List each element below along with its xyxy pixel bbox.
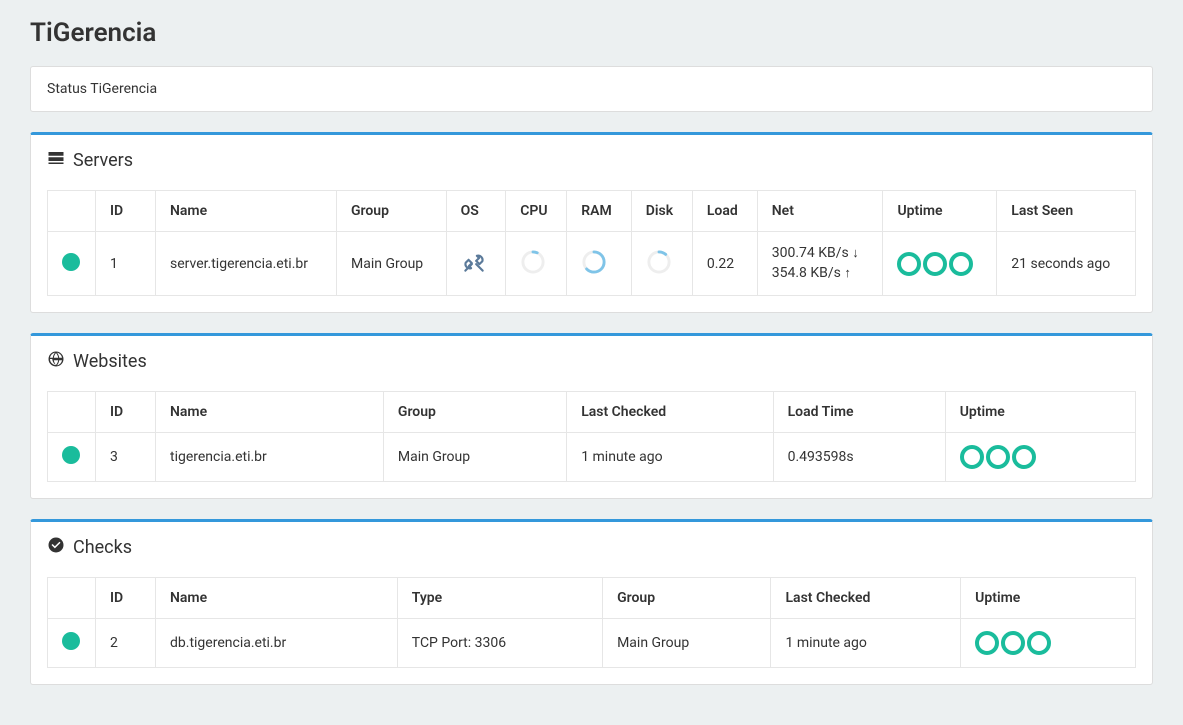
cell-id: 3 xyxy=(96,433,156,482)
col-last-checked: Last Checked xyxy=(567,392,773,433)
uptime-circle-icon xyxy=(960,445,984,469)
col-type: Type xyxy=(397,578,602,619)
cell-os xyxy=(446,232,506,296)
status-dot xyxy=(62,632,80,650)
checks-panel: Checks ID Name Type Group Last Checked U… xyxy=(30,519,1153,685)
cell-status xyxy=(48,619,96,668)
cell-net: 300.74 KB/s ↓ 354.8 KB/s ↑ xyxy=(757,232,883,296)
uptime-indicator xyxy=(897,252,982,276)
arrow-up-icon: ↑ xyxy=(844,266,851,281)
page-title: TiGerencia xyxy=(30,18,1153,48)
cell-status xyxy=(48,232,96,296)
cell-name[interactable]: db.tigerencia.eti.br xyxy=(156,619,398,668)
websites-heading-label: Websites xyxy=(73,351,147,372)
net-up: 354.8 KB/s xyxy=(772,265,841,281)
uptime-circle-icon xyxy=(923,252,947,276)
table-row[interactable]: 1 server.tigerencia.eti.br Main Group xyxy=(48,232,1136,296)
col-name: Name xyxy=(156,578,398,619)
col-load: Load xyxy=(692,191,757,232)
servers-icon xyxy=(47,149,65,172)
col-id: ID xyxy=(96,578,156,619)
cell-load: 0.22 xyxy=(692,232,757,296)
cell-cpu xyxy=(506,232,567,296)
cell-name[interactable]: server.tigerencia.eti.br xyxy=(156,232,337,296)
checks-heading-label: Checks xyxy=(73,537,132,558)
col-group: Group xyxy=(603,578,771,619)
col-disk: Disk xyxy=(631,191,692,232)
cell-last-checked: 1 minute ago xyxy=(771,619,961,668)
cell-group: Main Group xyxy=(603,619,771,668)
cell-id: 2 xyxy=(96,619,156,668)
col-last-checked: Last Checked xyxy=(771,578,961,619)
servers-table: ID Name Group OS CPU RAM Disk Load Net U… xyxy=(47,190,1136,296)
servers-heading-label: Servers xyxy=(73,150,133,171)
cell-last-seen: 21 seconds ago xyxy=(997,232,1136,296)
cell-name[interactable]: tigerencia.eti.br xyxy=(156,433,384,482)
col-id: ID xyxy=(96,392,156,433)
status-label: Status TiGerencia xyxy=(31,67,1152,111)
col-uptime: Uptime xyxy=(961,578,1136,619)
col-status xyxy=(48,191,96,232)
uptime-circle-icon xyxy=(949,252,973,276)
col-load-time: Load Time xyxy=(773,392,945,433)
tools-icon xyxy=(461,263,487,279)
cell-uptime xyxy=(945,433,1135,482)
uptime-indicator xyxy=(960,445,1121,469)
uptime-circle-icon xyxy=(1027,631,1051,655)
col-id: ID xyxy=(96,191,156,232)
uptime-circle-icon xyxy=(975,631,999,655)
cell-ram xyxy=(567,232,631,296)
servers-heading: Servers xyxy=(31,135,1152,180)
cell-uptime xyxy=(961,619,1136,668)
table-row[interactable]: 3 tigerencia.eti.br Main Group 1 minute … xyxy=(48,433,1136,482)
cell-id: 1 xyxy=(96,232,156,296)
cell-type: TCP Port: 3306 xyxy=(397,619,602,668)
uptime-circle-icon xyxy=(1001,631,1025,655)
col-cpu: CPU xyxy=(506,191,567,232)
table-row[interactable]: 2 db.tigerencia.eti.br TCP Port: 3306 Ma… xyxy=(48,619,1136,668)
arrow-down-icon: ↓ xyxy=(852,246,859,261)
cell-group: Main Group xyxy=(337,232,447,296)
col-group: Group xyxy=(337,191,447,232)
net-down: 300.74 KB/s xyxy=(772,245,849,261)
col-status xyxy=(48,392,96,433)
websites-panel: Websites ID Name Group Last Checked Load… xyxy=(30,333,1153,499)
uptime-indicator xyxy=(975,631,1121,655)
cell-last-checked: 1 minute ago xyxy=(567,433,773,482)
checks-table: ID Name Type Group Last Checked Uptime 2… xyxy=(47,577,1136,668)
ram-gauge-icon xyxy=(581,249,607,275)
uptime-circle-icon xyxy=(986,445,1010,469)
status-panel: Status TiGerencia xyxy=(30,66,1153,112)
cpu-gauge-icon xyxy=(520,249,546,275)
check-circle-icon xyxy=(47,536,65,559)
col-net: Net xyxy=(757,191,883,232)
col-uptime: Uptime xyxy=(883,191,997,232)
disk-gauge-icon xyxy=(646,249,672,275)
cell-group: Main Group xyxy=(383,433,566,482)
col-ram: RAM xyxy=(567,191,631,232)
uptime-circle-icon xyxy=(1012,445,1036,469)
col-name: Name xyxy=(156,191,337,232)
websites-table: ID Name Group Last Checked Load Time Upt… xyxy=(47,391,1136,482)
col-status xyxy=(48,578,96,619)
cell-uptime xyxy=(883,232,997,296)
websites-heading: Websites xyxy=(31,336,1152,381)
cell-status xyxy=(48,433,96,482)
col-uptime: Uptime xyxy=(945,392,1135,433)
uptime-circle-icon xyxy=(897,252,921,276)
servers-panel: Servers ID Name Group OS CPU RAM Disk Lo… xyxy=(30,132,1153,313)
col-os: OS xyxy=(446,191,506,232)
col-last-seen: Last Seen xyxy=(997,191,1136,232)
status-dot xyxy=(62,253,80,271)
col-group: Group xyxy=(383,392,566,433)
cell-load-time: 0.493598s xyxy=(773,433,945,482)
status-dot xyxy=(62,446,80,464)
checks-heading: Checks xyxy=(31,522,1152,567)
cell-disk xyxy=(631,232,692,296)
globe-icon xyxy=(47,350,65,373)
col-name: Name xyxy=(156,392,384,433)
